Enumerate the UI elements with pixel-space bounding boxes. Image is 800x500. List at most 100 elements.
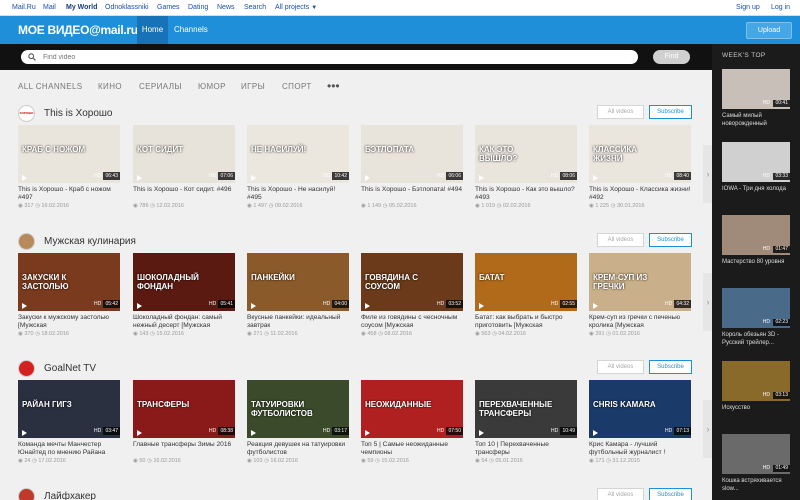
link-search[interactable]: Search: [244, 4, 266, 11]
video-thumbnail[interactable]: БАТАТ HD 02:55: [475, 253, 577, 311]
video-title[interactable]: Реакция девушек на татуировки футболисто…: [247, 441, 349, 457]
video-card[interactable]: ТАТУИРОВКИ ФУТБОЛИСТОВ HD 03:17 Реакция …: [247, 380, 349, 466]
link-all-projects[interactable]: All projects ▼: [275, 4, 317, 11]
top-video-thumbnail[interactable]: HD 03:33: [722, 142, 790, 182]
subscribe-button[interactable]: Subscribe: [649, 360, 692, 374]
top-video-thumbnail[interactable]: HD 00:41: [722, 69, 790, 109]
channel-title[interactable]: GoalNet TV: [44, 363, 96, 374]
top-video-caption[interactable]: Кошка встряхивается slow...: [722, 477, 790, 493]
video-title[interactable]: Главные трансферы Зимы 2016: [133, 441, 235, 457]
channel-title[interactable]: This is Хорошо: [44, 108, 113, 119]
video-card[interactable]: ТРАНСФЕРЫ HD 08:38 Главные трансферы Зим…: [133, 380, 235, 466]
more-categories-icon[interactable]: •••: [327, 79, 340, 93]
video-title[interactable]: Команда мечты Манчестер Юнайтед по мнени…: [18, 441, 120, 457]
video-thumbnail[interactable]: КЛАССИКА ЖИЗНИ HD 08:40: [589, 125, 691, 183]
video-thumbnail[interactable]: БЭТЛОПАТА HD 06:06: [361, 125, 463, 183]
tab-serialy[interactable]: СЕРИАЛЫ: [139, 82, 182, 91]
video-thumbnail[interactable]: КАК ЭТО ВЫШЛО? HD 08:06: [475, 125, 577, 183]
all-videos-button[interactable]: All videos: [597, 488, 644, 500]
video-card[interactable]: БАТАТ HD 02:55 Батат: как выбрать и быст…: [475, 253, 577, 339]
video-card[interactable]: КРАБ С НОЖОМ HD 06:43 This is Хорошо - К…: [18, 125, 120, 211]
video-thumbnail[interactable]: ТРАНСФЕРЫ HD 08:38: [133, 380, 235, 438]
top-video-thumbnail[interactable]: HD 01:49: [722, 434, 790, 474]
tab-all-channels[interactable]: ALL CHANNELS: [18, 82, 83, 91]
video-thumbnail[interactable]: НЕ НАСИЛУЙ! HD 10:42: [247, 125, 349, 183]
top-video-caption[interactable]: Искусство: [722, 404, 790, 420]
video-title[interactable]: Крем-суп из гречки с печенью кролика [Му…: [589, 314, 691, 330]
top-video-caption[interactable]: IOWA - Три дня холода: [722, 185, 790, 201]
all-videos-button[interactable]: All videos: [597, 105, 644, 119]
video-thumbnail[interactable]: ЗАКУСКИ К ЗАСТОЛЬЮ HD 05:42: [18, 253, 120, 311]
video-title[interactable]: Батат: как выбрать и быстро приготовить …: [475, 314, 577, 330]
signup-link[interactable]: Sign up: [736, 4, 760, 11]
link-odnoklassniki[interactable]: Odnoklassniki: [105, 4, 149, 11]
video-card[interactable]: ПАНКЕЙКИ HD 04:00 Вкусные панкейки: идеа…: [247, 253, 349, 339]
video-card[interactable]: ЗАКУСКИ К ЗАСТОЛЬЮ HD 05:42 Закуски к му…: [18, 253, 120, 339]
top-video-thumbnail[interactable]: HD 01:47: [722, 215, 790, 255]
link-mail[interactable]: Mail: [43, 4, 56, 11]
tab-kino[interactable]: КИНО: [98, 82, 122, 91]
video-card[interactable]: ПЕРЕХВАЧЕННЫЕ ТРАНСФЕРЫ HD 10:49 Топ 10 …: [475, 380, 577, 466]
tab-sport[interactable]: СПОРТ: [282, 82, 312, 91]
all-videos-button[interactable]: All videos: [597, 233, 644, 247]
video-card[interactable]: РАЙАН ГИГЗ HD 03:47 Команда мечты Манчес…: [18, 380, 120, 466]
video-title[interactable]: This is Хорошо - Не насилуй! #495: [247, 186, 349, 202]
top-video-thumbnail[interactable]: HD 02:23: [722, 288, 790, 328]
channel-avatar-icon[interactable]: [18, 233, 35, 250]
login-link[interactable]: Log in: [771, 4, 790, 11]
video-thumbnail[interactable]: КРЕМ-СУП ИЗ ГРЕЧКИ HD 04:32: [589, 253, 691, 311]
channel-title[interactable]: Мужская кулинария: [44, 236, 136, 247]
video-card[interactable]: НЕОЖИДАННЫЕ HD 07:50 Топ 5 | Самые неожи…: [361, 380, 463, 466]
video-thumbnail[interactable]: ШОКОЛАДНЫЙ ФОНДАН HD 05:41: [133, 253, 235, 311]
video-title[interactable]: Крис Камара - лучший футбольный журналис…: [589, 441, 691, 457]
tab-igry[interactable]: ИГРЫ: [241, 82, 265, 91]
video-title[interactable]: This is Хорошо - Кот сидит. #496: [133, 186, 235, 202]
video-thumbnail[interactable]: РАЙАН ГИГЗ HD 03:47: [18, 380, 120, 438]
subscribe-button[interactable]: Subscribe: [649, 233, 692, 247]
top-video-caption[interactable]: Мастерство 80 уровня: [722, 258, 790, 274]
channel-avatar-icon[interactable]: ХОРОШО: [18, 105, 35, 122]
video-thumbnail[interactable]: КРАБ С НОЖОМ HD 06:43: [18, 125, 120, 183]
subscribe-button[interactable]: Subscribe: [649, 105, 692, 119]
video-thumbnail[interactable]: ГОВЯДИНА С СОУСОМ HD 03:52: [361, 253, 463, 311]
video-card[interactable]: КЛАССИКА ЖИЗНИ HD 08:40 This is Хорошо -…: [589, 125, 691, 211]
video-thumbnail[interactable]: КОТ СИДИТ HD 07:06: [133, 125, 235, 183]
video-title[interactable]: This is Хорошо - Бэтлопата! #494: [361, 186, 463, 202]
video-thumbnail[interactable]: ПАНКЕЙКИ HD 04:00: [247, 253, 349, 311]
all-videos-button[interactable]: All videos: [597, 360, 644, 374]
video-card[interactable]: БЭТЛОПАТА HD 06:06 This is Хорошо - Бэтл…: [361, 125, 463, 211]
nav-home[interactable]: Home: [137, 16, 168, 44]
video-title[interactable]: This is Хорошо - Краб с ножом #497: [18, 186, 120, 202]
video-title[interactable]: Топ 10 | Перехваченные трансферы: [475, 441, 577, 457]
video-card[interactable]: CHRIS KAMARA HD 07:13 Крис Камара - лучш…: [589, 380, 691, 466]
site-logo[interactable]: МОЕ ВИДЕО@mail.ru: [18, 23, 138, 37]
tab-yumor[interactable]: ЮМОР: [198, 82, 226, 91]
video-card[interactable]: КОТ СИДИТ HD 07:06 This is Хорошо - Кот …: [133, 125, 235, 211]
video-title[interactable]: Закуски к мужскому застолью [Мужская: [18, 314, 120, 330]
video-title[interactable]: Филе из говядины с чесночным соусом [Муж…: [361, 314, 463, 330]
video-thumbnail[interactable]: CHRIS KAMARA HD 07:13: [589, 380, 691, 438]
channel-avatar-icon[interactable]: [18, 360, 35, 377]
subscribe-button[interactable]: Subscribe: [649, 488, 692, 500]
video-title[interactable]: This is Хорошо - Классика жизни! #492: [589, 186, 691, 202]
channel-title[interactable]: Лайфхакер: [44, 491, 96, 500]
link-mailru[interactable]: Mail.Ru: [12, 4, 36, 11]
video-thumbnail[interactable]: НЕОЖИДАННЫЕ HD 07:50: [361, 380, 463, 438]
video-thumbnail[interactable]: ТАТУИРОВКИ ФУТБОЛИСТОВ HD 03:17: [247, 380, 349, 438]
video-title[interactable]: This is Хорошо - Как это вышло? #493: [475, 186, 577, 202]
top-video-caption[interactable]: Король обезьян 3D - Русский трейлер...: [722, 331, 790, 347]
nav-channels[interactable]: Channels: [174, 16, 208, 44]
search-input[interactable]: [43, 52, 623, 62]
top-video-thumbnail[interactable]: HD 03:13: [722, 361, 790, 401]
video-card[interactable]: НЕ НАСИЛУЙ! HD 10:42 This is Хорошо - Не…: [247, 125, 349, 211]
channel-avatar-icon[interactable]: [18, 488, 35, 500]
video-card[interactable]: КАК ЭТО ВЫШЛО? HD 08:06 This is Хорошо -…: [475, 125, 577, 211]
upload-button[interactable]: Upload: [746, 22, 792, 39]
video-title[interactable]: Шоколадный фондан: самый нежный десерт […: [133, 314, 235, 330]
video-card[interactable]: ГОВЯДИНА С СОУСОМ HD 03:52 Филе из говяд…: [361, 253, 463, 339]
link-my-world[interactable]: My World: [66, 4, 97, 11]
video-card[interactable]: ШОКОЛАДНЫЙ ФОНДАН HD 05:41 Шоколадный фо…: [133, 253, 235, 339]
video-thumbnail[interactable]: ПЕРЕХВАЧЕННЫЕ ТРАНСФЕРЫ HD 10:49: [475, 380, 577, 438]
video-title[interactable]: Топ 5 | Самые неожиданные чемпионы: [361, 441, 463, 457]
link-news[interactable]: News: [217, 4, 235, 11]
